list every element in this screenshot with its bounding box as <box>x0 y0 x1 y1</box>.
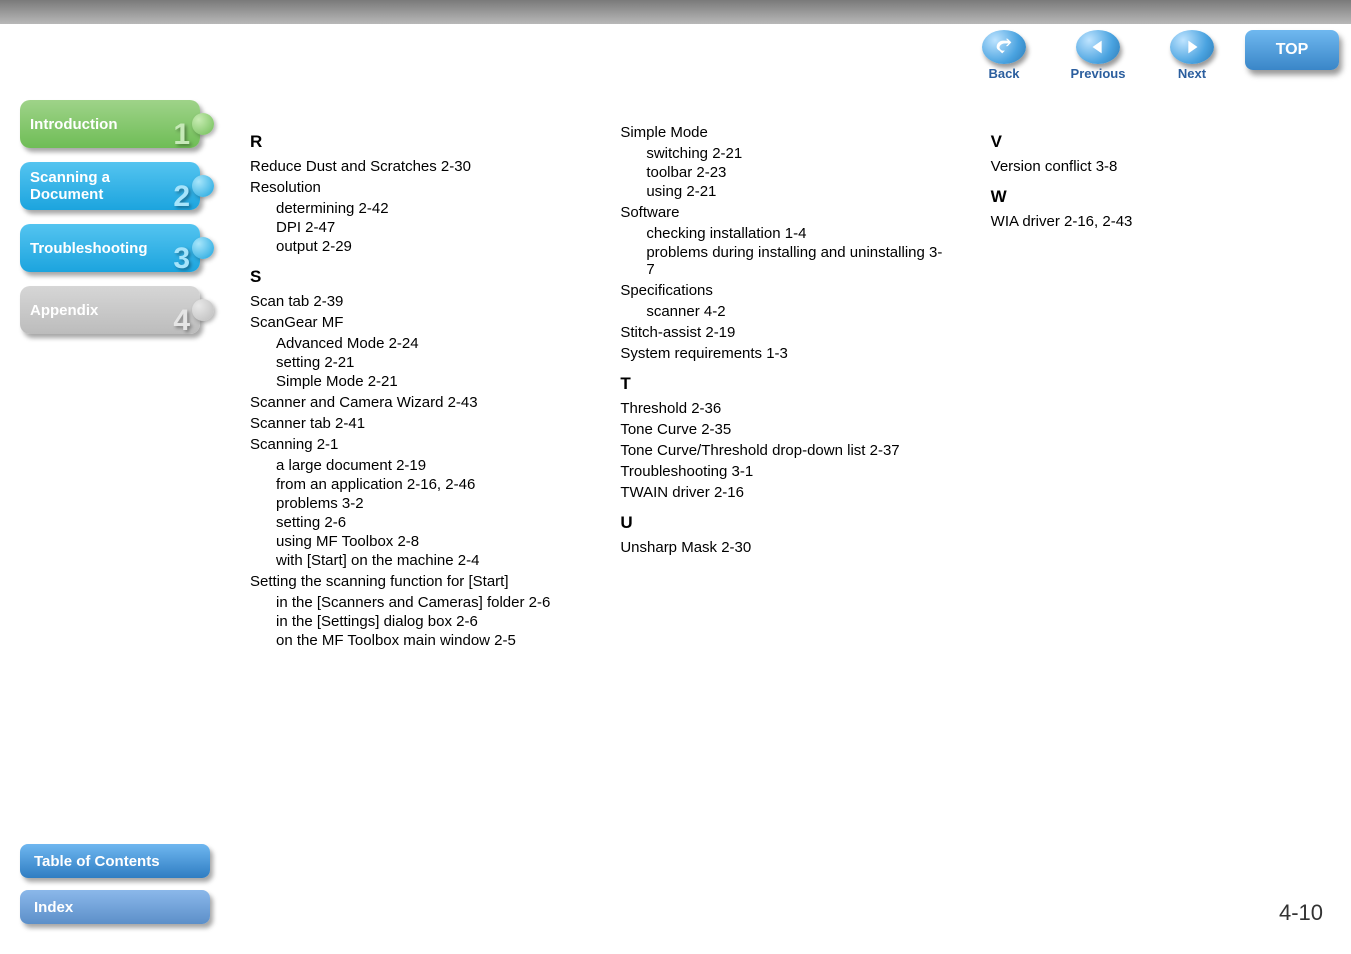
index-subentry[interactable]: scanner 4-2 <box>646 303 950 320</box>
index-entry: Simple Mode <box>620 124 950 141</box>
index-subentry[interactable]: problems during installing and uninstall… <box>646 244 950 278</box>
index-subentry[interactable]: on the MF Toolbox main window 2-5 <box>276 632 580 649</box>
index-content: R Reduce Dust and Scratches 2-30 Resolut… <box>220 90 1351 954</box>
index-subentry[interactable]: Advanced Mode 2-24 <box>276 335 580 352</box>
index-subentry[interactable]: checking installation 1-4 <box>646 225 950 242</box>
sidebar-item-label: Troubleshooting <box>30 240 148 257</box>
sidebar-item-label: Introduction <box>30 116 117 133</box>
back-button[interactable] <box>982 30 1026 64</box>
top-gradient-bar <box>0 0 1351 24</box>
index-subentry[interactable]: output 2-29 <box>276 238 580 255</box>
index-label: Index <box>34 899 73 916</box>
index-entry[interactable]: Tone Curve 2-35 <box>620 421 950 438</box>
index-subentry[interactable]: in the [Scanners and Cameras] folder 2-6 <box>276 594 580 611</box>
index-entry: Specifications <box>620 282 950 299</box>
heading-s: S <box>250 267 580 287</box>
index-column-1: R Reduce Dust and Scratches 2-30 Resolut… <box>250 120 580 954</box>
sidebar: Introduction 1 Scanning a Document 2 Tro… <box>0 90 220 954</box>
chapter-number: 1 <box>173 118 190 152</box>
index-entry[interactable]: Stitch-assist 2-19 <box>620 324 950 341</box>
chapter-number: 3 <box>173 242 190 276</box>
index-entry: Resolution <box>250 179 580 196</box>
index-entry[interactable]: System requirements 1-3 <box>620 345 950 362</box>
index-subentry[interactable]: setting 2-21 <box>276 354 580 371</box>
index-entry[interactable]: Troubleshooting 3-1 <box>620 463 950 480</box>
page-body: Introduction 1 Scanning a Document 2 Tro… <box>0 90 1351 954</box>
index-subentry[interactable]: from an application 2-16, 2-46 <box>276 476 580 493</box>
toc-button[interactable]: Table of Contents <box>20 844 210 878</box>
heading-u: U <box>620 513 950 533</box>
index-entry[interactable]: Version conflict 3-8 <box>991 158 1321 175</box>
index-subentry[interactable]: in the [Settings] dialog box 2-6 <box>276 613 580 630</box>
next-arrow-icon <box>1181 36 1203 58</box>
index-entry: Software <box>620 204 950 221</box>
index-subentry[interactable]: problems 3-2 <box>276 495 580 512</box>
index-entry[interactable]: TWAIN driver 2-16 <box>620 484 950 501</box>
back-button-wrap: Back <box>963 30 1045 81</box>
previous-label: Previous <box>1057 66 1139 81</box>
index-subentry[interactable]: a large document 2-19 <box>276 457 580 474</box>
sidebar-item-appendix[interactable]: Appendix 4 <box>20 286 200 334</box>
sidebar-item-label: Appendix <box>30 302 98 319</box>
index-entry[interactable]: Reduce Dust and Scratches 2-30 <box>250 158 580 175</box>
sidebar-item-scanning[interactable]: Scanning a Document 2 <box>20 162 200 210</box>
previous-arrow-icon <box>1087 36 1109 58</box>
heading-w: W <box>991 187 1321 207</box>
page-number: 4-10 <box>1279 900 1323 926</box>
next-button[interactable] <box>1170 30 1214 64</box>
top-button[interactable]: TOP <box>1245 30 1339 70</box>
index-column-3: V Version conflict 3-8 W WIA driver 2-16… <box>991 120 1321 954</box>
index-subentry[interactable]: Simple Mode 2-21 <box>276 373 580 390</box>
heading-t: T <box>620 374 950 394</box>
heading-v: V <box>991 132 1321 152</box>
sidebar-item-troubleshooting[interactable]: Troubleshooting 3 <box>20 224 200 272</box>
index-entry: ScanGear MF <box>250 314 580 331</box>
tab-nub-icon <box>192 175 214 197</box>
index-column-2: Simple Mode switching 2-21 toolbar 2-23 … <box>620 120 950 954</box>
previous-button-wrap: Previous <box>1057 30 1139 81</box>
back-arrow-icon <box>993 36 1015 58</box>
tab-nub-icon <box>192 237 214 259</box>
back-label: Back <box>963 66 1045 81</box>
heading-r: R <box>250 132 580 152</box>
next-label: Next <box>1151 66 1233 81</box>
index-entry[interactable]: Tone Curve/Threshold drop-down list 2-37 <box>620 442 950 459</box>
index-entry[interactable]: Scanner and Camera Wizard 2-43 <box>250 394 580 411</box>
index-subentry[interactable]: DPI 2-47 <box>276 219 580 236</box>
previous-button[interactable] <box>1076 30 1120 64</box>
chapter-number: 4 <box>173 304 190 338</box>
index-entry[interactable]: Scanner tab 2-41 <box>250 415 580 432</box>
nav-row: Back Previous Next TOP <box>0 24 1351 84</box>
index-entry[interactable]: Scan tab 2-39 <box>250 293 580 310</box>
index-entry: Setting the scanning function for [Start… <box>250 573 580 590</box>
index-subentry[interactable]: using MF Toolbox 2-8 <box>276 533 580 550</box>
index-entry[interactable]: Threshold 2-36 <box>620 400 950 417</box>
bottom-nav: Table of Contents Index <box>20 844 210 924</box>
index-entry[interactable]: WIA driver 2-16, 2-43 <box>991 213 1321 230</box>
index-button[interactable]: Index <box>20 890 210 924</box>
chapter-number: 2 <box>173 180 190 215</box>
index-entry[interactable]: Unsharp Mask 2-30 <box>620 539 950 556</box>
next-button-wrap: Next <box>1151 30 1233 81</box>
index-subentry[interactable]: using 2-21 <box>646 183 950 200</box>
index-subentry[interactable]: toolbar 2-23 <box>646 164 950 181</box>
index-subentry[interactable]: switching 2-21 <box>646 145 950 162</box>
index-subentry[interactable]: setting 2-6 <box>276 514 580 531</box>
index-subentry[interactable]: with [Start] on the machine 2-4 <box>276 552 580 569</box>
sidebar-item-introduction[interactable]: Introduction 1 <box>20 100 200 148</box>
index-subentry[interactable]: determining 2-42 <box>276 200 580 217</box>
tab-nub-icon <box>192 113 214 135</box>
top-label: TOP <box>1276 41 1309 59</box>
sidebar-item-label: Scanning a Document <box>30 169 110 204</box>
tab-nub-icon <box>192 299 214 321</box>
index-entry[interactable]: Scanning 2-1 <box>250 436 580 453</box>
toc-label: Table of Contents <box>34 853 160 870</box>
